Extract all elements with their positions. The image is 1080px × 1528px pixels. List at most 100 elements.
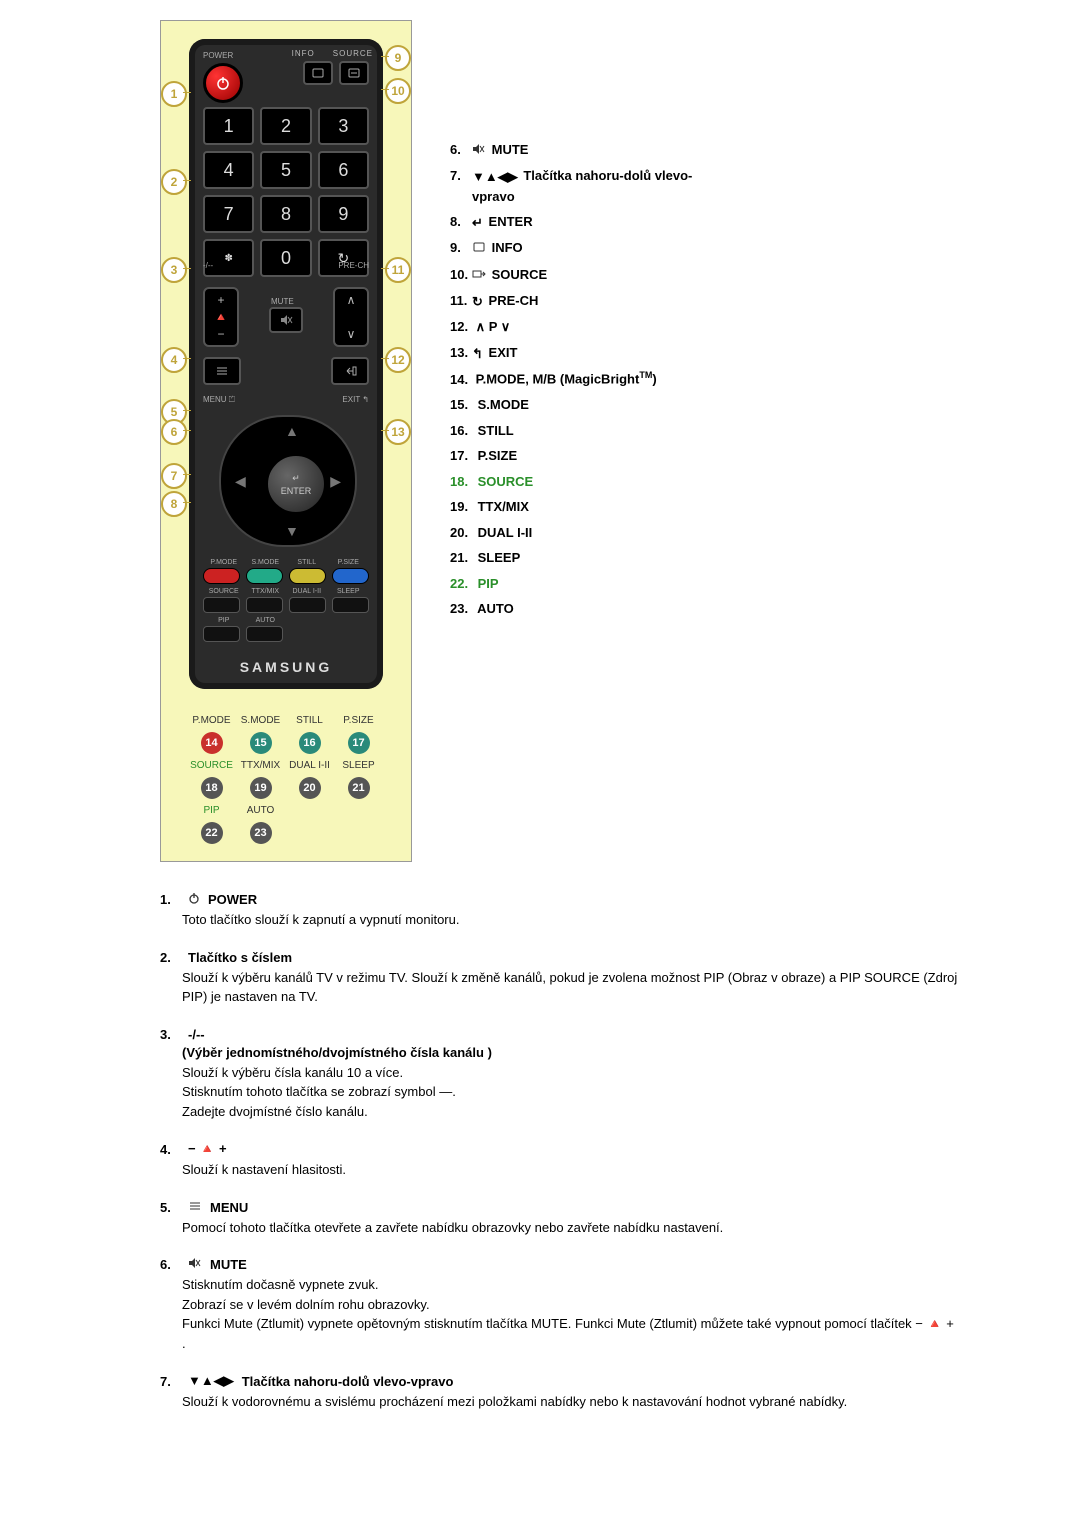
- desc-item: 4.− 🔺 +Slouží k nastavení hlasitosti.: [160, 1141, 960, 1180]
- callout-2: 2: [161, 169, 187, 195]
- menu-button[interactable]: [203, 357, 241, 385]
- remote-diagram: POWER INFO SOURCE: [160, 20, 412, 862]
- hex-3[interactable]: [289, 597, 326, 613]
- red-button[interactable]: [203, 568, 240, 584]
- mute-button[interactable]: [269, 307, 303, 333]
- callout-22: 22: [201, 822, 223, 844]
- lower-callouts: P.MODES.MODESTILLP.SIZE14151617SOURCETTX…: [187, 715, 383, 844]
- prech-button[interactable]: ↻: [318, 239, 369, 277]
- hex-2[interactable]: [246, 597, 283, 613]
- power-button[interactable]: [203, 63, 243, 103]
- pmode-label: P.MODE: [203, 559, 245, 566]
- desc-item: 7.▼▲◀▶Tlačítka nahoru-dolů vlevo-vpravoS…: [160, 1373, 960, 1412]
- power-icon: [188, 892, 200, 904]
- exit-icon: ↰: [472, 346, 483, 361]
- lower-label: P.MODE: [187, 715, 236, 726]
- callout-7: 7: [161, 463, 187, 489]
- legend-item: 20. DUAL I-II: [450, 523, 1020, 543]
- arrow-right-icon: ▶: [330, 473, 341, 490]
- num-9[interactable]: 9: [318, 195, 369, 233]
- dash-button[interactable]: ✽: [203, 239, 254, 277]
- source-button[interactable]: [339, 61, 369, 85]
- lower-label: S.MODE: [236, 715, 285, 726]
- lower-label: STILL: [285, 715, 334, 726]
- num-6[interactable]: 6: [318, 151, 369, 189]
- vol-icon: − 🔺 +: [188, 1141, 227, 1156]
- mute-icon: [472, 143, 486, 155]
- blue-button[interactable]: [332, 568, 369, 584]
- desc-item: 2.Tlačítko s číslemSlouží k výběru kanál…: [160, 950, 960, 1007]
- arrow-up-icon: ▲: [285, 423, 299, 439]
- hex-1[interactable]: [203, 597, 240, 613]
- hex-pip[interactable]: [203, 626, 240, 642]
- legend-item: 17. P.SIZE: [450, 446, 1020, 466]
- descriptions: 1.POWERToto tlačítko slouží k zapnutí a …: [160, 892, 960, 1412]
- callout-8: 8: [161, 491, 187, 517]
- mute-icon: [188, 1257, 202, 1269]
- callout-15: 15: [250, 732, 272, 754]
- callout-18: 18: [201, 777, 223, 799]
- info-button[interactable]: [303, 61, 333, 85]
- yellow-button[interactable]: [289, 568, 326, 584]
- legend-item: 8.↵ ENTER: [450, 212, 1020, 232]
- callout-3: 3: [161, 257, 187, 283]
- volume-rocker[interactable]: +🔺−: [203, 287, 239, 347]
- num-5[interactable]: 5: [260, 151, 311, 189]
- callout-11: 11: [385, 257, 411, 283]
- info-icon: [472, 241, 486, 253]
- lower-label: TTX/MIX: [236, 760, 285, 771]
- hex-4[interactable]: [332, 597, 369, 613]
- menu-icon: [214, 365, 230, 377]
- num-8[interactable]: 8: [260, 195, 311, 233]
- exit-button[interactable]: [331, 357, 369, 385]
- num-2[interactable]: 2: [260, 107, 311, 145]
- dash-label: -/--: [203, 261, 213, 270]
- lower-label: [334, 805, 383, 816]
- sleep-label: SLEEP: [328, 588, 370, 595]
- legend-item: 18. SOURCE: [450, 472, 1020, 492]
- source2-label: SOURCE: [203, 588, 245, 595]
- legend-item: 13.↰ EXIT: [450, 343, 1020, 363]
- callout-9: 9: [385, 45, 411, 71]
- info-label: INFO: [292, 49, 315, 58]
- side-legend: 6. MUTE7.▼▲◀▶ Tlačítka nahoru-dolů vlevo…: [450, 20, 1020, 625]
- arrow-left-icon: ◀: [235, 473, 246, 490]
- legend-item: 16. STILL: [450, 421, 1020, 441]
- ttxmix-label: TTX/MIX: [245, 588, 287, 595]
- num-7[interactable]: 7: [203, 195, 254, 233]
- enter-button[interactable]: ↵ ENTER: [265, 453, 327, 515]
- num-3[interactable]: 3: [318, 107, 369, 145]
- legend-item: 6. MUTE: [450, 140, 1020, 160]
- callout-23: 23: [250, 822, 272, 844]
- still-label: STILL: [286, 559, 328, 566]
- legend-item: 12. ∧ P ∨: [450, 317, 1020, 337]
- callout-13: 13: [385, 419, 411, 445]
- source-icon: [472, 268, 486, 280]
- legend-item: 9. INFO: [450, 238, 1020, 258]
- dpad-ring[interactable]: ▲ ▼ ◀ ▶ ↵ ENTER: [219, 415, 357, 547]
- callout-12: 12: [385, 347, 411, 373]
- exit-icon: [343, 365, 357, 377]
- legend-item: 10. SOURCE: [450, 265, 1020, 285]
- num-4[interactable]: 4: [203, 151, 254, 189]
- num-0[interactable]: 0: [260, 239, 311, 277]
- desc-item: 6.MUTEStisknutím dočasně vypnete zvuk.Zo…: [160, 1257, 960, 1353]
- channel-rocker[interactable]: ∧∨: [333, 287, 369, 347]
- dpad: ▲ ▼ ◀ ▶ ↵ ENTER: [213, 415, 359, 543]
- arrow-down-icon: ▼: [285, 523, 299, 539]
- power-icon: [215, 75, 231, 91]
- dpad-icon: ▼▲◀▶: [188, 1373, 234, 1388]
- remote-body: POWER INFO SOURCE: [189, 39, 383, 689]
- green-button[interactable]: [246, 568, 283, 584]
- psize-label: P.SIZE: [328, 559, 370, 566]
- num-1[interactable]: 1: [203, 107, 254, 145]
- exit-text-label: EXIT ↰: [342, 395, 369, 405]
- lower-label: PIP: [187, 805, 236, 816]
- callout-19: 19: [250, 777, 272, 799]
- callout-16: 16: [299, 732, 321, 754]
- color-buttons: P.MODE S.MODE STILL P.SIZE SOURC: [203, 559, 369, 642]
- legend-item: 21. SLEEP: [450, 548, 1020, 568]
- auto-label: AUTO: [245, 617, 287, 624]
- hex-auto[interactable]: [246, 626, 283, 642]
- lower-label: P.SIZE: [334, 715, 383, 726]
